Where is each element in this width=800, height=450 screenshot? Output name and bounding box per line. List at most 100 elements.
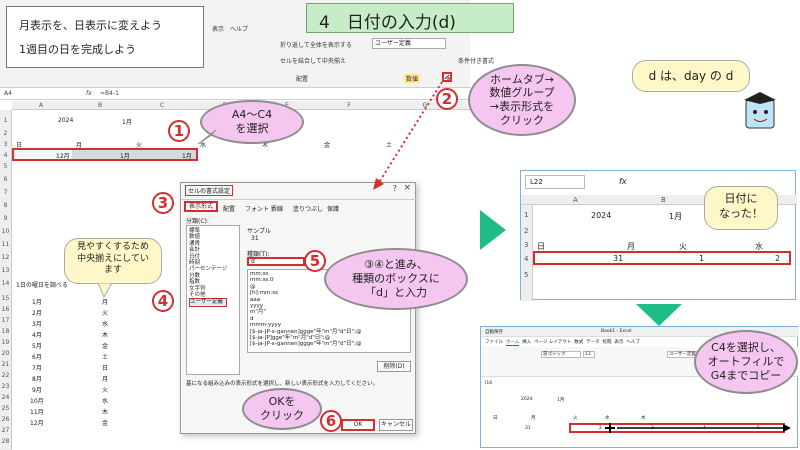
day-of-week-cell[interactable]: 金 xyxy=(102,341,108,350)
row-header[interactable]: 14 xyxy=(0,277,12,290)
cell-year[interactable]: 2024 xyxy=(58,117,73,124)
col-header-a[interactable]: A xyxy=(12,101,70,110)
weekday-lookup-label[interactable]: 1日の曜日を調べる xyxy=(16,280,68,289)
row-header[interactable]: 1 xyxy=(524,211,528,219)
tab-font[interactable]: フォント xyxy=(245,204,269,213)
formula-input[interactable]: =B4-1 xyxy=(100,90,119,97)
format-item[interactable]: [$-ja-JP-x-gannen]ggge"年"m"月"d"日";@ xyxy=(250,341,361,347)
tab-layout[interactable]: ページ レイアウト xyxy=(534,340,571,345)
tab-view[interactable]: 表示 xyxy=(212,24,224,33)
month-cell[interactable]: 8月 xyxy=(32,374,42,383)
row-header[interactable]: 5 xyxy=(524,271,528,279)
month-cell[interactable]: 10月 xyxy=(30,396,44,405)
font-select[interactable]: 游ゴシック xyxy=(541,351,581,358)
weekday-cell[interactable]: 火 xyxy=(573,415,578,421)
row-header[interactable]: 13 xyxy=(0,264,12,277)
row-header[interactable]: 5 xyxy=(0,160,12,173)
row-header[interactable]: 3 xyxy=(524,241,528,249)
month-cell[interactable]: 5月 xyxy=(32,341,42,350)
day-of-week-cell[interactable]: 木 xyxy=(102,407,108,416)
category-item-custom[interactable]: ユーザー定義 xyxy=(189,298,228,307)
delete-button[interactable]: 削除(D) xyxy=(377,361,411,372)
tab-protection[interactable]: 保護 xyxy=(327,204,339,213)
row-header[interactable]: 6 xyxy=(0,173,12,186)
month-cell[interactable]: 12月 xyxy=(30,418,44,427)
cell-b4[interactable]: 1 xyxy=(699,254,704,263)
row-header[interactable]: 10 xyxy=(0,225,12,238)
font-size-select[interactable]: 11 xyxy=(583,351,595,358)
ok-button[interactable]: OK xyxy=(341,419,375,431)
name-box[interactable]: L22 xyxy=(525,175,585,189)
wrap-text-button[interactable]: 折り返して全体を表示する xyxy=(280,40,352,49)
day-of-week-cell[interactable]: 水 xyxy=(102,319,108,328)
cell-month[interactable]: 1月 xyxy=(122,117,132,126)
day-of-week-cell[interactable]: 月 xyxy=(102,374,108,383)
tab-view[interactable]: 表示 xyxy=(614,340,623,345)
cell-month[interactable]: 1月 xyxy=(669,211,682,222)
month-cell[interactable]: 2月 xyxy=(32,308,42,317)
tab-fill[interactable]: 塗りつぶし xyxy=(293,204,323,213)
cell-year[interactable]: 2024 xyxy=(521,397,532,402)
tab-review[interactable]: 校閲 xyxy=(602,340,611,345)
category-list[interactable]: 標準 数値 通貨 会計 日付 時刻 パーセンテージ 分数 指数 文字列 その他 … xyxy=(186,225,240,375)
tab-insert[interactable]: 挿入 xyxy=(522,340,531,345)
month-cell[interactable]: 11月 xyxy=(30,407,44,416)
conditional-format-button[interactable]: 条件付き書式 xyxy=(458,56,494,65)
row-header[interactable]: 4 xyxy=(524,255,528,263)
cell-b4[interactable]: 1月 xyxy=(120,151,130,160)
tab-home[interactable]: ホーム xyxy=(505,340,520,346)
row-header[interactable]: 2 xyxy=(524,227,528,235)
tab-help[interactable]: ヘルプ xyxy=(626,340,640,345)
month-cell[interactable]: 9月 xyxy=(32,385,42,394)
month-cell[interactable]: 4月 xyxy=(32,330,42,339)
weekday-cell[interactable]: 金 xyxy=(324,140,330,149)
cancel-button[interactable]: キャンセル xyxy=(379,419,413,431)
category-item[interactable]: パーセンテージ xyxy=(189,266,227,272)
day-of-week-cell[interactable]: 土 xyxy=(102,352,108,361)
result-row-4[interactable] xyxy=(533,251,791,265)
row-header[interactable]: 7 xyxy=(0,186,12,199)
tab-help[interactable]: ヘルプ xyxy=(230,24,248,33)
weekday-cell[interactable]: 月 xyxy=(531,415,536,421)
row-header[interactable]: 9 xyxy=(0,212,12,225)
type-input[interactable]: d xyxy=(247,257,305,266)
autosave-label[interactable]: 自動保存 xyxy=(485,329,503,335)
cell-c4[interactable]: 2 xyxy=(775,254,780,263)
weekday-cell[interactable]: 水 xyxy=(605,415,610,421)
tab-alignment[interactable]: 配置 xyxy=(223,204,235,213)
col-header-b[interactable]: B xyxy=(70,101,130,110)
weekday-cell[interactable]: 日 xyxy=(493,415,498,421)
tab-data[interactable]: データ xyxy=(586,340,600,345)
month-cell[interactable]: 1月 xyxy=(32,297,42,306)
cell-c4[interactable]: 2 xyxy=(599,426,602,431)
cell-a4[interactable]: 12月 xyxy=(56,151,70,160)
row-header[interactable]: 12 xyxy=(0,251,12,264)
tab-number-format[interactable]: 表示形式 xyxy=(184,201,218,212)
col-header-a[interactable]: A xyxy=(573,196,578,204)
name-box[interactable]: A4 xyxy=(4,90,12,97)
number-format-select[interactable]: ユーザー定義 xyxy=(372,38,446,49)
cell-month[interactable]: 1月 xyxy=(557,397,564,403)
tab-file[interactable]: ファイル xyxy=(485,340,503,345)
cell-a4[interactable]: 31 xyxy=(525,426,531,431)
col-header-b[interactable]: B xyxy=(661,196,666,204)
row-header[interactable]: 28 xyxy=(0,435,12,448)
name-box[interactable]: I16 xyxy=(485,381,492,386)
day-of-week-cell[interactable]: 日 xyxy=(102,363,108,372)
month-cell[interactable]: 3月 xyxy=(32,319,42,328)
day-of-week-cell[interactable]: 火 xyxy=(102,385,108,394)
merge-center-button[interactable]: セルを結合して中央揃え xyxy=(280,56,346,65)
row-header[interactable]: 8 xyxy=(0,199,12,212)
cell-a4[interactable]: 31 xyxy=(613,254,623,263)
tab-formulas[interactable]: 数式 xyxy=(574,340,583,345)
row-header[interactable]: 1 xyxy=(0,114,12,127)
day-of-week-cell[interactable]: 木 xyxy=(102,330,108,339)
day-of-week-cell[interactable]: 水 xyxy=(102,396,108,405)
row-header[interactable]: 11 xyxy=(0,238,12,251)
cell-c4[interactable]: 1月 xyxy=(182,151,192,160)
day-of-week-cell[interactable]: 火 xyxy=(102,308,108,317)
day-of-week-cell[interactable]: 金 xyxy=(102,418,108,427)
tab-border[interactable]: 罫線 xyxy=(271,204,283,213)
col-header-c[interactable]: C xyxy=(130,101,194,110)
cell-year[interactable]: 2024 xyxy=(591,211,611,220)
